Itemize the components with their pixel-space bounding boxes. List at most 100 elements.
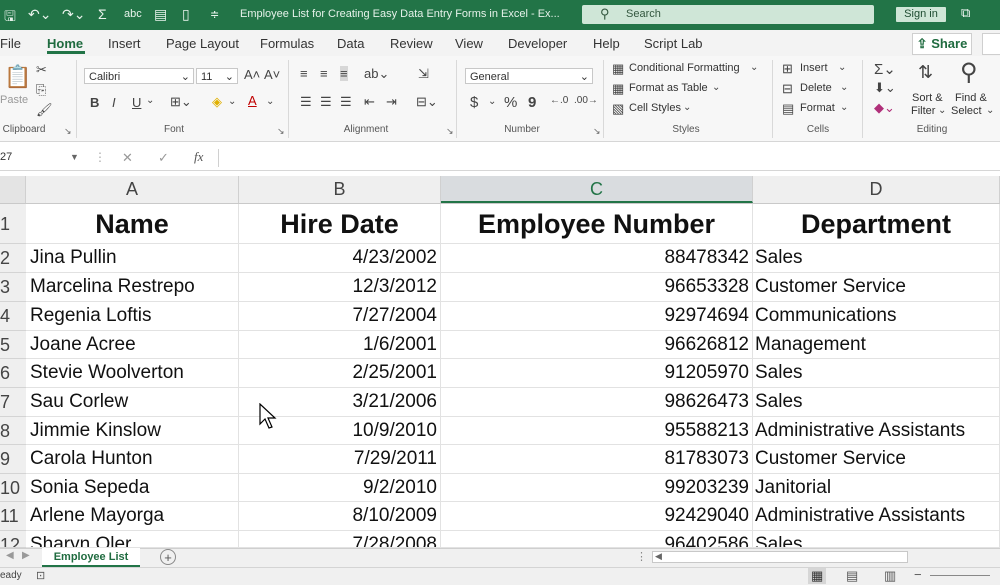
cell-styles-button[interactable]: Cell Styles bbox=[629, 102, 681, 114]
cell-department[interactable]: Administrative Assistants bbox=[753, 417, 1000, 445]
macro-record-icon[interactable]: ⊡ bbox=[36, 569, 45, 582]
sigma-icon[interactable]: Σ bbox=[98, 6, 107, 22]
clear-icon[interactable]: ◆⌄ bbox=[874, 100, 895, 116]
cell-name[interactable]: Carola Hunton bbox=[26, 445, 239, 474]
increase-font-icon[interactable]: A˄ bbox=[244, 67, 260, 82]
save-icon[interactable]: 🖫 bbox=[4, 6, 16, 30]
sign-in-button[interactable]: Sign in bbox=[896, 7, 946, 22]
fill-icon[interactable]: ⬇⌄ bbox=[874, 80, 896, 96]
cell-name[interactable]: Sharyn Oler bbox=[26, 531, 239, 548]
cell-department[interactable]: Sales bbox=[753, 244, 1000, 273]
orientation-icon[interactable]: ab⌄ bbox=[364, 66, 389, 82]
font-name-dropdown[interactable]: Calibri ⌄ bbox=[84, 68, 194, 84]
format-painter-brush-icon[interactable]: 🖌 bbox=[36, 102, 53, 118]
comments-button[interactable] bbox=[982, 33, 1000, 55]
header-cell-employee-number[interactable]: Employee Number bbox=[441, 204, 753, 244]
number-format-dropdown[interactable]: General ⌄ bbox=[465, 68, 593, 84]
cell-name[interactable]: Jina Pullin bbox=[26, 244, 239, 273]
row-header[interactable]: 11 bbox=[0, 502, 26, 531]
find-select-label-1[interactable]: Find & bbox=[955, 92, 987, 104]
align-center-icon[interactable]: ☰ bbox=[320, 94, 332, 110]
cell-hire-date[interactable]: 2/25/2001 bbox=[239, 359, 441, 388]
share-button[interactable]: ⇪ Share bbox=[912, 33, 972, 55]
dialog-launcher-icon[interactable]: ↘ bbox=[593, 126, 601, 137]
conditional-formatting-button[interactable]: Conditional Formatting bbox=[629, 62, 740, 74]
tab-formulas[interactable]: Formulas bbox=[260, 36, 314, 51]
customize-icon[interactable]: ≑ bbox=[210, 8, 219, 21]
decrease-font-icon[interactable]: A˅ bbox=[264, 67, 280, 82]
chevron-down-icon[interactable]: ⌄ bbox=[146, 95, 154, 106]
cell-name[interactable]: Regenia Loftis bbox=[26, 302, 239, 331]
ribbon-display-icon[interactable]: ⧉ bbox=[961, 5, 970, 21]
cell-employee-number[interactable]: 81783073 bbox=[441, 445, 753, 474]
tab-home[interactable]: Home bbox=[47, 36, 83, 51]
chevron-down-icon[interactable]: ⌄ bbox=[228, 96, 236, 107]
column-header-a[interactable]: A bbox=[26, 176, 239, 203]
scroll-left-icon[interactable]: ◀ bbox=[6, 550, 14, 561]
cell-name[interactable]: Arlene Mayorga bbox=[26, 502, 239, 531]
cell-name[interactable]: Marcelina Restrepo bbox=[26, 273, 239, 302]
plus-icon[interactable]: + bbox=[160, 549, 176, 565]
cell-name[interactable]: Sonia Sepeda bbox=[26, 474, 239, 502]
zoom-out-icon[interactable]: − bbox=[914, 567, 922, 582]
cell-department[interactable]: Customer Service bbox=[753, 273, 1000, 302]
wrap-text-icon[interactable]: ⇲ bbox=[418, 66, 429, 82]
find-select-label-2[interactable]: Select bbox=[951, 105, 982, 117]
normal-view-icon[interactable]: ▦ bbox=[808, 568, 827, 584]
row-header[interactable]: 10 bbox=[0, 474, 26, 502]
percent-button[interactable]: % bbox=[504, 94, 517, 111]
zoom-slider[interactable] bbox=[930, 575, 990, 576]
row-header[interactable]: 2 bbox=[0, 244, 26, 273]
align-left-icon[interactable]: ☰ bbox=[300, 94, 312, 110]
tab-developer[interactable]: Developer bbox=[508, 36, 567, 51]
undo-icon[interactable]: ↶⌄ bbox=[28, 6, 51, 23]
cut-icon[interactable]: ✂ bbox=[36, 62, 47, 78]
row-header[interactable]: 5 bbox=[0, 331, 26, 359]
cell-department[interactable]: Janitorial bbox=[753, 474, 1000, 502]
row-header[interactable]: 1 bbox=[0, 204, 26, 244]
row-header[interactable]: 4 bbox=[0, 302, 26, 331]
tab-review[interactable]: Review bbox=[390, 36, 433, 51]
merge-center-icon[interactable]: ⊟⌄ bbox=[416, 94, 438, 110]
new-file-icon[interactable]: ▯ bbox=[182, 6, 190, 23]
row-header[interactable]: 9 bbox=[0, 445, 26, 474]
header-cell-department[interactable]: Department bbox=[753, 204, 1000, 244]
cell-employee-number[interactable]: 98626473 bbox=[441, 388, 753, 417]
borders-icon[interactable]: ⊞⌄ bbox=[170, 94, 192, 110]
cell-employee-number[interactable]: 99203239 bbox=[441, 474, 753, 502]
page-layout-view-icon[interactable]: ▤ bbox=[846, 568, 858, 584]
header-cell-hire-date[interactable]: Hire Date bbox=[239, 204, 441, 244]
column-header-c[interactable]: C bbox=[441, 176, 753, 203]
cancel-icon[interactable]: ✕ bbox=[122, 150, 133, 166]
bold-button[interactable]: B bbox=[90, 95, 99, 110]
redo-icon[interactable]: ↷⌄ bbox=[62, 6, 85, 23]
cell-name[interactable]: Sau Corlew bbox=[26, 388, 239, 417]
decrease-indent-icon[interactable]: ⇤ bbox=[364, 94, 375, 110]
spellcheck-icon[interactable]: abc bbox=[124, 8, 142, 20]
cell-employee-number[interactable]: 92974694 bbox=[441, 302, 753, 331]
scroll-right-icon[interactable]: ▶ bbox=[22, 550, 30, 561]
cell-department[interactable]: Communications bbox=[753, 302, 1000, 331]
cell-hire-date[interactable]: 4/23/2002 bbox=[239, 244, 441, 273]
name-box[interactable]: 27 ▼ bbox=[0, 147, 82, 167]
tab-script-lab[interactable]: Script Lab bbox=[644, 36, 703, 51]
cell-department[interactable]: Customer Service bbox=[753, 445, 1000, 474]
align-right-icon[interactable]: ☰ bbox=[340, 94, 352, 110]
autosum-icon[interactable]: Σ⌄ bbox=[874, 60, 896, 78]
column-header-d[interactable]: D bbox=[753, 176, 1000, 203]
cell-hire-date[interactable]: 8/10/2009 bbox=[239, 502, 441, 531]
sort-filter-label-2[interactable]: Filter bbox=[911, 105, 935, 117]
decrease-decimal-icon[interactable]: .00→ bbox=[574, 95, 598, 106]
formula-input[interactable] bbox=[218, 149, 1000, 167]
dialog-launcher-icon[interactable]: ↘ bbox=[446, 126, 454, 137]
copy-icon[interactable]: ⎘ bbox=[36, 82, 46, 98]
font-size-dropdown[interactable]: 11 ⌄ bbox=[196, 68, 238, 84]
increase-decimal-icon[interactable]: ←.0 bbox=[550, 95, 568, 106]
chevron-down-icon[interactable]: ⌄ bbox=[266, 96, 274, 107]
tab-insert[interactable]: Insert bbox=[108, 36, 141, 51]
tab-page-layout[interactable]: Page Layout bbox=[166, 36, 239, 51]
row-header[interactable]: 8 bbox=[0, 417, 26, 445]
currency-button[interactable]: $ bbox=[470, 94, 478, 111]
cell-department[interactable]: Management bbox=[753, 331, 1000, 359]
cell-department[interactable]: Administrative Assistants bbox=[753, 502, 1000, 531]
